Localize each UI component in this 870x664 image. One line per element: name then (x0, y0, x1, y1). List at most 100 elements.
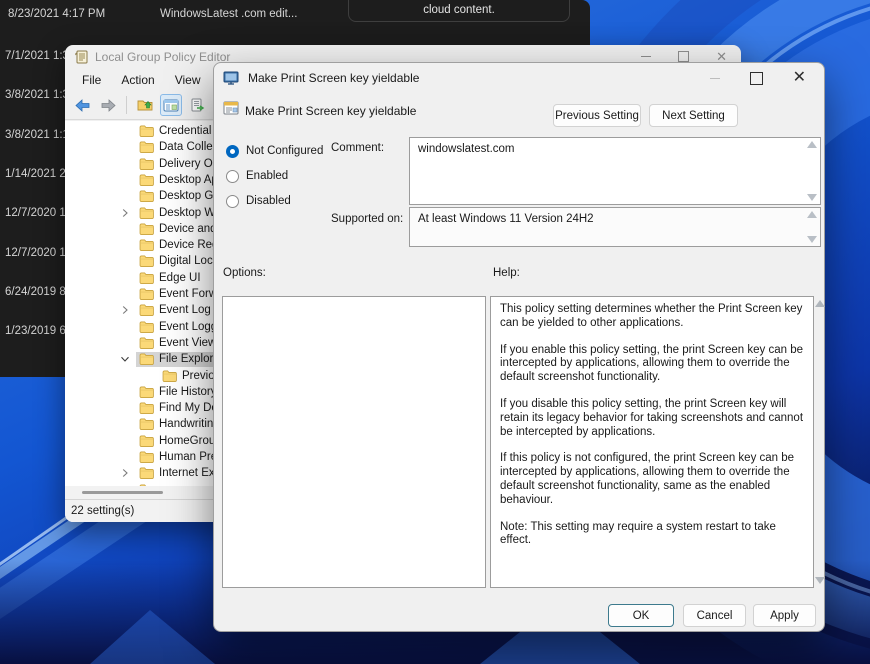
folder-icon (139, 239, 154, 251)
folder-icon (139, 141, 154, 153)
dialog-close-button[interactable]: ✕ (793, 70, 806, 86)
forward-icon[interactable] (97, 94, 119, 116)
dialog-maximize-button[interactable] (750, 72, 763, 85)
tree-item-label: Human Pre (159, 451, 217, 463)
tree-item-label: HomeGrou (159, 435, 215, 447)
scroll-down-icon[interactable] (807, 236, 817, 243)
scroll-down-icon[interactable] (815, 577, 825, 584)
apply-button[interactable]: Apply (753, 604, 816, 627)
toolbar-separator (126, 96, 127, 114)
folder-icon (139, 174, 154, 186)
chevron-right-icon[interactable] (120, 208, 132, 218)
radio-not-configured[interactable]: Not Configured (226, 143, 323, 159)
chevron-right-icon[interactable] (120, 305, 132, 315)
help-paragraph: Note: This setting may require a system … (500, 521, 804, 549)
tree-item-label: File Explore (159, 353, 220, 365)
tree-item-label: Handwritin (159, 418, 213, 430)
comment-value: windowslatest.com (418, 143, 515, 155)
dialog-title: Make Print Screen key yieldable (248, 71, 419, 85)
folder-icon (139, 125, 154, 137)
dialog-minimize-button[interactable] (710, 78, 720, 79)
tree-item-label: Edge UI (159, 272, 201, 284)
back-icon[interactable] (71, 94, 93, 116)
folder-icon (139, 402, 154, 414)
tree-item-label: Digital Lock (159, 255, 218, 267)
radio-unselected-icon[interactable] (226, 170, 239, 183)
file-row-date: 8/23/2021 4:17 PM (8, 8, 105, 20)
folder-icon (139, 304, 154, 316)
cloud-content-box: cloud content. (348, 0, 570, 22)
radio-disabled[interactable]: Disabled (226, 193, 323, 209)
menu-action[interactable]: Action (112, 71, 163, 89)
gpe-maximize-button[interactable] (678, 51, 689, 62)
next-setting-button[interactable]: Next Setting (649, 104, 738, 127)
menu-file[interactable]: File (73, 71, 110, 89)
tree-hscrollbar-thumb[interactable] (82, 491, 163, 494)
file-row-date: 6/24/2019 8 (5, 286, 66, 298)
folder-icon (139, 353, 154, 365)
comment-textbox[interactable]: windowslatest.com (409, 137, 821, 205)
radio-label: Disabled (246, 195, 291, 207)
gpe-minimize-button[interactable] (641, 56, 651, 57)
tree-item-label: File History (159, 386, 217, 398)
help-label: Help: (493, 267, 520, 279)
comment-label: Comment: (331, 142, 384, 154)
help-paragraph: This policy setting determines whether t… (500, 303, 804, 331)
folder-icon (139, 190, 154, 202)
cancel-button[interactable]: Cancel (683, 604, 746, 627)
folder-icon (162, 370, 177, 382)
menu-view[interactable]: View (166, 71, 210, 89)
tree-item-label: Device Regi (159, 239, 221, 251)
folder-icon (139, 255, 154, 267)
radio-enabled[interactable]: Enabled (226, 168, 323, 184)
help-scrollbar[interactable] (815, 296, 826, 588)
supported-on-label: Supported on: (331, 213, 403, 225)
gpe-app-icon (75, 50, 89, 64)
gpe-window-title: Local Group Policy Editor (95, 50, 230, 64)
file-row-name[interactable]: WindowsLatest .com edit... (160, 8, 297, 20)
radio-label: Enabled (246, 170, 288, 182)
scroll-up-icon[interactable] (815, 300, 825, 307)
dialog-app-icon (223, 71, 239, 85)
help-paragraph: If you enable this policy setting, the p… (500, 344, 804, 385)
ok-button[interactable]: OK (608, 604, 674, 627)
chevron-right-icon[interactable] (120, 468, 132, 478)
folder-icon (139, 451, 154, 463)
tree-item-label: Find My De (159, 402, 218, 414)
radio-label: Not Configured (246, 145, 323, 157)
file-row-date: 3/8/2021 1:1 (5, 129, 69, 141)
policy-name: Make Print Screen key yieldable (245, 104, 416, 118)
up-one-level-icon[interactable] (134, 94, 156, 116)
tree-item-label: Desktop Ap (159, 174, 218, 186)
folder-icon (139, 321, 154, 333)
policy-setting-icon (223, 101, 239, 115)
folder-icon (139, 337, 154, 349)
folder-icon (139, 223, 154, 235)
options-label: Options: (223, 267, 266, 279)
radio-selected-icon[interactable] (226, 145, 239, 158)
help-paragraph: If this policy is not configured, the pr… (500, 452, 804, 507)
scroll-down-icon[interactable] (807, 194, 817, 201)
state-radio-group: Not Configured Enabled Disabled (226, 143, 323, 209)
file-row-date: 7/1/2021 1:3 (5, 50, 69, 62)
chevron-down-icon[interactable] (120, 354, 132, 364)
dialog-titlebar[interactable]: Make Print Screen key yieldable ✕ (214, 63, 824, 93)
radio-unselected-icon[interactable] (226, 195, 239, 208)
file-row-date: 1/14/2021 2: (5, 168, 69, 180)
supported-on-textbox: At least Windows 11 Version 24H2 (409, 207, 821, 247)
console-tree-icon[interactable] (160, 94, 182, 116)
folder-icon (139, 435, 154, 447)
folder-icon (139, 288, 154, 300)
help-paragraph: If you disable this policy setting, the … (500, 398, 804, 439)
scroll-up-icon[interactable] (807, 141, 817, 148)
file-row-date: 12/7/2020 1: (5, 247, 69, 259)
tree-item-label: Internet Exp (159, 467, 221, 479)
scroll-up-icon[interactable] (807, 211, 817, 218)
tree-item-label: Data Collec (159, 141, 218, 153)
tree-item-label: Device and (159, 223, 217, 235)
previous-setting-button[interactable]: Previous Setting (553, 104, 641, 127)
folder-icon (139, 467, 154, 479)
export-list-icon[interactable] (186, 94, 208, 116)
folder-icon (139, 207, 154, 219)
options-panel (222, 296, 486, 588)
